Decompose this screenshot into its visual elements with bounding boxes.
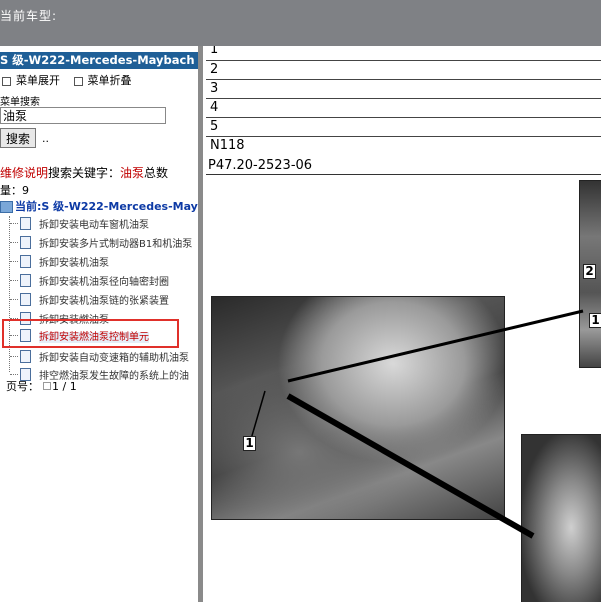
pointer-lines — [248, 309, 584, 539]
top-header-bar: 当前车型: — [0, 0, 601, 46]
tree-item[interactable]: 拆卸安装自动变速箱的辅助机油泵 — [10, 349, 198, 367]
page-number[interactable]: 1 / 1 — [52, 380, 77, 393]
tree-item[interactable]: 拆卸安装机油泵链的张紧装置 — [10, 292, 198, 310]
search-result-summary: 维修说明搜索关键字：油泵总数 — [0, 164, 168, 181]
search-options-link[interactable]: .. — [42, 132, 49, 145]
content-pane: 1 2 3 4 5 N118 P47.20-2523-06 1 2 1 — [203, 46, 601, 602]
search-input[interactable] — [0, 107, 166, 124]
document-icon — [20, 274, 31, 287]
left-navigation-pane: S 级-W222-Mercedes-Maybach S 4 菜单展开 菜单折叠 … — [0, 46, 198, 602]
tree-item[interactable]: 拆卸安装电动车窗机油泵 — [10, 216, 198, 234]
menu-toggle-links: 菜单展开 菜单折叠 — [0, 72, 132, 88]
expand-icon — [2, 76, 11, 86]
tree-item[interactable]: 拆卸安装机油泵 — [10, 254, 198, 272]
tree-item-label: 拆卸安装机油泵 — [39, 258, 109, 269]
result-keyword-label: 搜索关键字： — [48, 166, 121, 180]
result-total-label: 总数 — [144, 166, 169, 180]
expand-menu-link[interactable]: 菜单展开 — [0, 72, 60, 88]
tree-item-label: 拆卸安装多片式制动器B1和机油泵 — [39, 239, 193, 250]
menu-search-label: 菜单搜索 — [0, 97, 40, 108]
expand-menu-label: 菜单展开 — [16, 74, 60, 87]
tree-item[interactable]: 拆卸安装多片式制动器B1和机油泵 — [10, 235, 198, 253]
tree-item-label: 拆卸安装电动车窗机油泵 — [39, 220, 149, 231]
result-count: 量：9 — [0, 184, 29, 197]
page-icon — [43, 382, 51, 390]
collapse-menu-label: 菜单折叠 — [87, 74, 132, 87]
tree-item-label: 拆卸安装自动变速箱的辅助机油泵 — [39, 353, 189, 364]
result-keyword: 油泵 — [120, 166, 145, 180]
document-icon — [20, 350, 31, 363]
callout-1: 1 — [243, 436, 256, 451]
folder-icon — [0, 201, 13, 213]
tree-item[interactable]: 拆卸安装机油泵径向轴密封圈 — [10, 273, 198, 291]
tree-item-label: 拆卸安装机油泵径向轴密封圈 — [39, 277, 169, 288]
tree-root-label: 当前:S 级-W222-Mercedes-May — [15, 200, 198, 213]
current-model-label: 当前车型: — [0, 9, 58, 23]
selection-highlight-box — [2, 319, 179, 348]
collapse-menu-link[interactable]: 菜单折叠 — [72, 72, 132, 88]
pagination: 页号： 1 / 1 — [6, 378, 77, 394]
search-button[interactable]: 搜索 — [0, 128, 36, 148]
document-icon — [20, 217, 31, 230]
page-label: 页号： — [6, 380, 39, 393]
result-category: 维修说明 — [0, 166, 49, 180]
tree-root[interactable]: 当前:S 级-W222-Mercedes-May — [0, 198, 198, 214]
document-icon — [20, 255, 31, 268]
callout-2: 2 — [583, 264, 596, 279]
model-heading: S 级-W222-Mercedes-Maybach S 4 — [0, 52, 198, 69]
document-icon — [20, 293, 31, 306]
tree-item-label: 拆卸安装机油泵链的张紧装置 — [39, 296, 169, 307]
callout-1-detail: 1 — [589, 313, 601, 328]
document-icon — [20, 236, 31, 249]
collapse-icon — [73, 76, 83, 86]
